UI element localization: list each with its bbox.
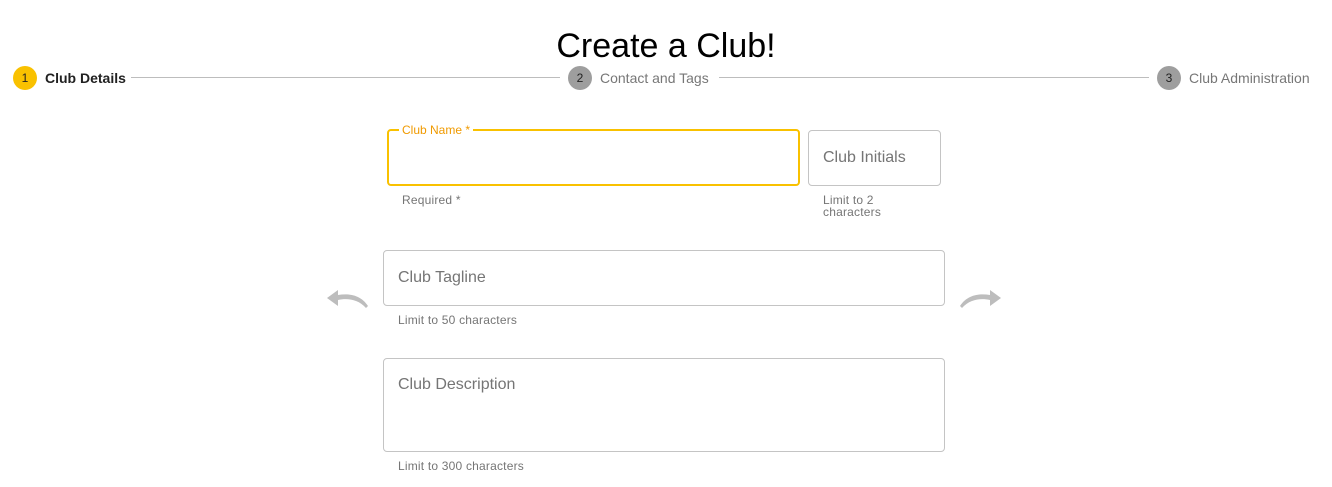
club-name-label: Club Name *	[399, 123, 474, 137]
page-title: Create a Club!	[556, 26, 776, 65]
step-club-administration[interactable]: 3 Club Administration	[1157, 65, 1310, 91]
undo-icon[interactable]	[325, 286, 369, 314]
step-3-label: Club Administration	[1189, 70, 1310, 86]
step-club-details[interactable]: 1 Club Details	[13, 65, 126, 91]
club-tagline-field[interactable]	[383, 250, 945, 306]
club-name-input[interactable]	[389, 131, 798, 184]
stepper: 1 Club Details 2 Contact and Tags 3 Club…	[0, 65, 1332, 91]
step-contact-and-tags[interactable]: 2 Contact and Tags	[568, 65, 709, 91]
club-tagline-hint: Limit to 50 characters	[398, 313, 518, 327]
step-2-circle: 2	[568, 66, 592, 90]
club-name-field[interactable]: Club Name *	[387, 123, 800, 186]
step-1-circle: 1	[13, 66, 37, 90]
step-1-label: Club Details	[45, 70, 126, 86]
club-initials-field[interactable]	[808, 130, 941, 186]
club-initials-input[interactable]	[809, 131, 940, 185]
redo-icon[interactable]	[959, 286, 1003, 314]
club-name-hint: Required *	[402, 193, 461, 207]
step-connector-2	[719, 77, 1149, 78]
step-2-label: Contact and Tags	[600, 70, 709, 86]
club-initials-hint: Limit to 2 characters	[823, 193, 882, 219]
step-3-circle: 3	[1157, 66, 1181, 90]
club-description-field[interactable]	[383, 358, 945, 452]
club-tagline-input[interactable]	[384, 251, 944, 305]
club-description-input[interactable]	[384, 359, 944, 449]
club-description-hint: Limit to 300 characters	[398, 459, 524, 473]
step-connector-1	[131, 77, 560, 78]
